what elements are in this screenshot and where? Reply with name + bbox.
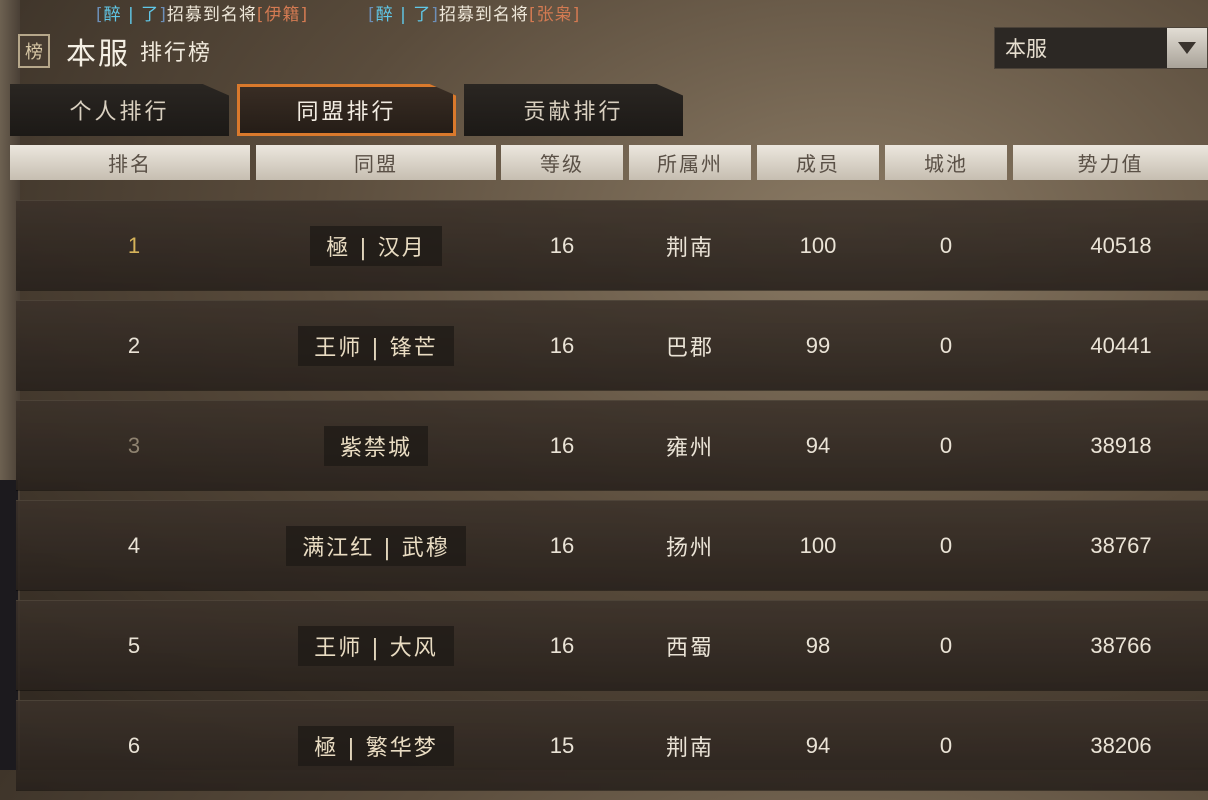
table-row[interactable]: 2 王师 | 锋芒 16 巴郡 99 0 40441 bbox=[16, 300, 1208, 390]
table-row[interactable]: 4 满江红 | 武穆 16 扬州 100 0 38767 bbox=[16, 500, 1208, 590]
table-row[interactable]: 5 王师 | 大风 16 西蜀 98 0 38766 bbox=[16, 600, 1208, 690]
table-row[interactable]: 3 紫禁城 16 雍州 94 0 38918 bbox=[16, 400, 1208, 490]
alliance-cell: 紫禁城 bbox=[256, 401, 496, 490]
announcement-item: [醉 | 了]招募到名将[伊籍] bbox=[96, 0, 308, 26]
alliance-name: 王师 | 锋芒 bbox=[298, 325, 454, 366]
announcement-item: [醉 | 了]招募到名将[张枭] bbox=[368, 0, 580, 26]
cities-cell: 0 bbox=[939, 632, 953, 658]
level-cell: 16 bbox=[549, 532, 575, 558]
power-cell: 38766 bbox=[1090, 632, 1152, 658]
player-name[interactable]: 醉 | 了 bbox=[376, 5, 432, 25]
column-header-region[interactable]: 所属州 bbox=[629, 145, 751, 180]
alliance-name: 極 | 汉月 bbox=[310, 225, 442, 266]
region-cell: 雍州 bbox=[665, 435, 714, 461]
table-row[interactable]: 6 極 | 繁华梦 15 荆南 94 0 38206 bbox=[16, 700, 1208, 790]
region-cell: 西蜀 bbox=[665, 635, 714, 661]
region-cell: 荆南 bbox=[665, 235, 714, 261]
tab-contribution-ranking[interactable]: 贡献排行 bbox=[464, 84, 683, 136]
column-header-power[interactable]: 势力值 bbox=[1013, 145, 1208, 180]
bracket: [ bbox=[368, 5, 376, 25]
hero-name: 张枭 bbox=[536, 5, 573, 25]
alliance-name: 王师 | 大风 bbox=[298, 625, 454, 666]
rank-cell: 5 bbox=[127, 632, 141, 658]
bracket: [ bbox=[96, 5, 104, 25]
alliance-cell: 極 | 繁华梦 bbox=[256, 701, 496, 790]
power-cell: 40518 bbox=[1090, 232, 1152, 258]
column-header-alliance[interactable]: 同盟 bbox=[256, 145, 496, 180]
rank-cell: 6 bbox=[127, 732, 141, 758]
cities-cell: 0 bbox=[939, 432, 953, 458]
rank-cell: 2 bbox=[127, 332, 141, 358]
column-header-members[interactable]: 成员 bbox=[757, 145, 879, 180]
members-cell: 94 bbox=[805, 732, 831, 758]
region-cell: 荆南 bbox=[665, 735, 714, 761]
cities-cell: 0 bbox=[939, 332, 953, 358]
power-cell: 38206 bbox=[1090, 732, 1152, 758]
server-scope-value: 本服 bbox=[1005, 37, 1047, 61]
power-cell: 38767 bbox=[1090, 532, 1152, 558]
region-cell: 扬州 bbox=[665, 535, 714, 561]
page-title-bar: 榜 本服 排行榜 bbox=[18, 30, 212, 72]
ranking-table-body: 1 極 | 汉月 16 荆南 100 0 40518 2 王师 | 锋芒 16 … bbox=[16, 200, 1208, 800]
table-header: 排名 同盟 等级 所属州 成员 城池 势力值 bbox=[10, 145, 1208, 180]
table-row[interactable]: 1 極 | 汉月 16 荆南 100 0 40518 bbox=[16, 200, 1208, 290]
announcement-ticker: [醉 | 了]招募到名将[伊籍] [醉 | 了]招募到名将[张枭] bbox=[96, 0, 580, 26]
player-name[interactable]: 醉 | 了 bbox=[104, 5, 160, 25]
ranking-board-icon-glyph: 榜 bbox=[25, 42, 43, 63]
alliance-cell: 極 | 汉月 bbox=[256, 201, 496, 290]
level-cell: 16 bbox=[549, 232, 575, 258]
region-cell: 巴郡 bbox=[665, 335, 714, 361]
hero-name: 伊籍 bbox=[264, 5, 301, 25]
announcement-message: 招募到名将 bbox=[166, 5, 257, 25]
tab-personal-ranking[interactable]: 个人排行 bbox=[10, 84, 229, 136]
members-cell: 99 bbox=[805, 332, 831, 358]
column-header-rank[interactable]: 排名 bbox=[10, 145, 250, 180]
cities-cell: 0 bbox=[939, 532, 953, 558]
alliance-name: 紫禁城 bbox=[323, 425, 428, 466]
bracket: ] bbox=[431, 5, 439, 25]
members-cell: 94 bbox=[805, 432, 831, 458]
rank-cell: 1 bbox=[127, 232, 141, 258]
rank-cell: 4 bbox=[127, 532, 141, 558]
chevron-down-icon[interactable] bbox=[1167, 28, 1207, 68]
members-cell: 100 bbox=[799, 232, 837, 258]
tab-alliance-ranking[interactable]: 同盟排行 bbox=[237, 84, 456, 136]
alliance-cell: 王师 | 锋芒 bbox=[256, 301, 496, 390]
ranking-tabs: 个人排行 同盟排行 贡献排行 bbox=[10, 84, 683, 136]
level-cell: 16 bbox=[549, 632, 575, 658]
announcement-message: 招募到名将 bbox=[438, 5, 529, 25]
rank-cell: 3 bbox=[127, 432, 141, 458]
alliance-name: 满江红 | 武穆 bbox=[286, 525, 466, 566]
column-header-cities[interactable]: 城池 bbox=[885, 145, 1007, 180]
alliance-cell: 王师 | 大风 bbox=[256, 601, 496, 690]
power-cell: 38918 bbox=[1090, 432, 1152, 458]
ranking-board-icon: 榜 bbox=[18, 34, 50, 68]
alliance-name: 極 | 繁华梦 bbox=[298, 725, 454, 766]
level-cell: 15 bbox=[549, 732, 575, 758]
server-scope-dropdown[interactable]: 本服 bbox=[994, 27, 1208, 69]
bracket: [ bbox=[528, 5, 537, 25]
level-cell: 16 bbox=[549, 332, 575, 358]
column-header-level[interactable]: 等级 bbox=[501, 145, 623, 180]
alliance-cell: 满江红 | 武穆 bbox=[256, 501, 496, 590]
cities-cell: 0 bbox=[939, 732, 953, 758]
members-cell: 98 bbox=[805, 632, 831, 658]
page-title: 本服 bbox=[66, 37, 130, 72]
bracket: ] bbox=[300, 5, 309, 25]
page-subtitle: 排行榜 bbox=[140, 41, 213, 66]
bracket: ] bbox=[159, 5, 167, 25]
cities-cell: 0 bbox=[939, 232, 953, 258]
power-cell: 40441 bbox=[1090, 332, 1152, 358]
level-cell: 16 bbox=[549, 432, 575, 458]
bracket: ] bbox=[572, 5, 581, 25]
members-cell: 100 bbox=[799, 532, 837, 558]
